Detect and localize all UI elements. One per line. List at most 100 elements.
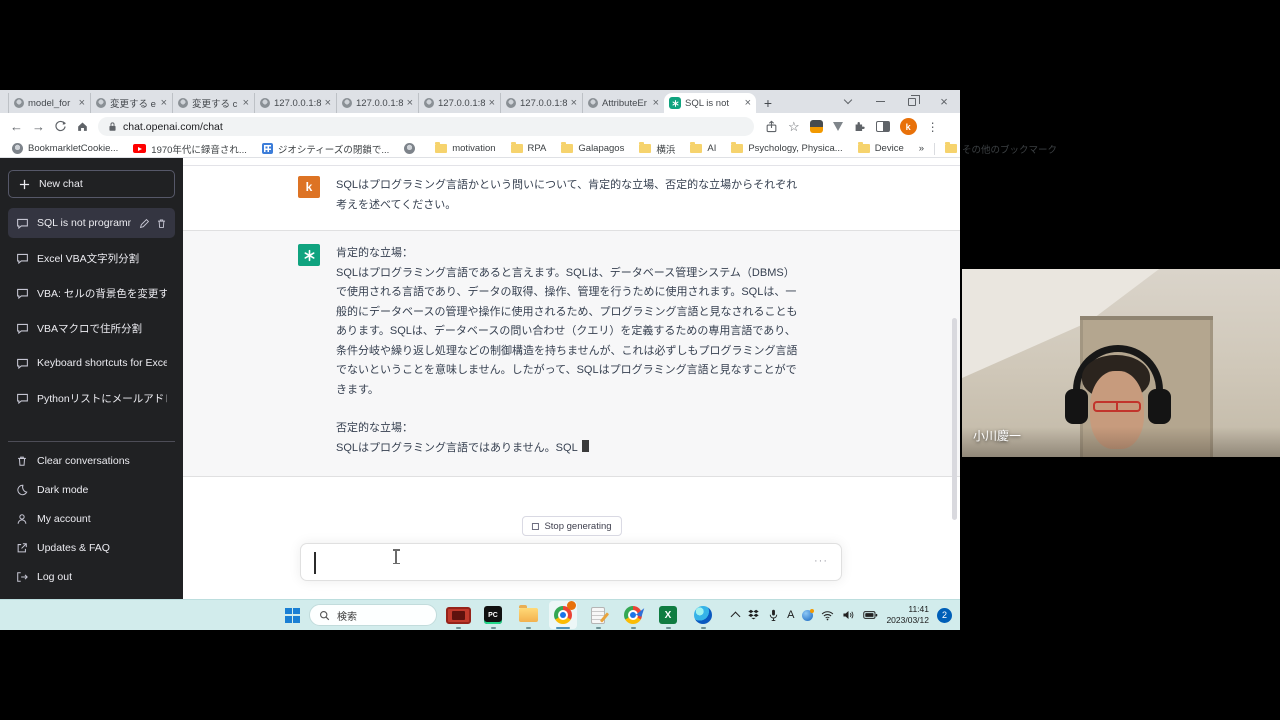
stop-generating-button[interactable]: Stop generating [521, 516, 621, 536]
folder-icon [858, 144, 870, 153]
log-out-button[interactable]: Log out [8, 562, 175, 591]
sidebar-chat-item-active[interactable]: SQL is not programmin [8, 208, 175, 238]
taskbar-search[interactable]: 検索 [309, 604, 437, 626]
browser-tab[interactable]: 変更する c × [172, 93, 254, 113]
tab-label: 127.0.0.1:8 [438, 98, 485, 109]
bookmark-item[interactable] [404, 143, 420, 154]
taskbar-app-video-recorder[interactable] [444, 601, 472, 629]
sidebar-footer: Clear conversations Dark mode My account… [8, 441, 175, 591]
bookmarks-overflow-chevron[interactable]: » [919, 143, 924, 154]
dropbox-icon[interactable] [747, 609, 760, 621]
close-button[interactable]: × [928, 90, 960, 113]
volume-icon[interactable] [842, 609, 855, 621]
bookmark-folder[interactable]: Device [858, 143, 904, 154]
share-icon[interactable] [765, 120, 778, 133]
tab-close-icon[interactable]: × [745, 98, 751, 109]
taskbar-app-excel[interactable]: X [654, 601, 682, 629]
folder-icon [945, 144, 957, 153]
start-button[interactable] [285, 608, 300, 623]
extensions-puzzle-icon[interactable] [853, 120, 866, 133]
sidebar-chat-item[interactable]: Keyboard shortcuts for Excel. [8, 348, 175, 378]
clear-conversations-button[interactable]: Clear conversations [8, 446, 175, 475]
chat-input[interactable]: ··· [300, 543, 842, 581]
browser-tab[interactable]: 127.0.0.1:8 × [254, 93, 336, 113]
bookmark-folder[interactable]: AI [690, 143, 716, 154]
tab-close-icon[interactable]: × [489, 98, 495, 109]
taskbar-clock[interactable]: 11:41 2023/03/12 [886, 604, 929, 626]
footer-label: Clear conversations [37, 455, 130, 467]
bookmark-folder[interactable]: motivation [435, 143, 495, 154]
bookmark-item[interactable]: ジオシティーズの閉鎖で... [262, 142, 389, 156]
browser-tab[interactable]: model_for × [8, 93, 90, 113]
bookmark-label: BookmarkletCookie... [28, 143, 118, 154]
bookmark-folder[interactable]: RPA [511, 143, 547, 154]
profile-avatar[interactable]: k [900, 118, 917, 135]
browser-tab-active[interactable]: SQL is not × [664, 93, 756, 113]
ime-indicator[interactable]: A [787, 609, 794, 621]
tab-close-icon[interactable]: × [161, 98, 167, 109]
wifi-icon[interactable] [821, 610, 834, 621]
my-account-button[interactable]: My account [8, 504, 175, 533]
tab-close-icon[interactable]: × [325, 98, 331, 109]
tab-close-icon[interactable]: × [407, 98, 413, 109]
microphone-icon[interactable] [768, 609, 779, 622]
browser-tab[interactable]: 127.0.0.1:8 × [418, 93, 500, 113]
notepad-icon [591, 607, 605, 624]
tray-date: 2023/03/12 [886, 615, 929, 626]
extension-v-icon[interactable] [833, 122, 843, 131]
folder-icon [639, 144, 651, 153]
bookmark-item[interactable]: 1970年代に録音され... [133, 142, 247, 156]
delete-trash-icon[interactable] [156, 218, 167, 229]
bookmark-folder[interactable]: 横浜 [639, 142, 675, 156]
scrollbar-thumb[interactable] [952, 318, 957, 520]
tab-search-icon[interactable] [832, 90, 864, 113]
sidebar-chat-item[interactable]: Pythonリストにメールアドレスを追 [8, 383, 175, 413]
bookmark-folder[interactable]: Galapagos [561, 143, 624, 154]
bookmark-label: その他のブックマーク [962, 142, 1057, 156]
battery-icon[interactable] [863, 610, 878, 620]
browser-tab[interactable]: 127.0.0.1:8 × [336, 93, 418, 113]
search-placeholder: 検索 [337, 608, 357, 623]
other-bookmarks-folder[interactable]: その他のブックマーク [945, 142, 1057, 156]
taskbar-app-notepad[interactable] [584, 601, 612, 629]
reload-icon[interactable] [54, 120, 67, 133]
tab-close-icon[interactable]: × [571, 98, 577, 109]
browser-tab[interactable]: AttributeEr × [582, 93, 664, 113]
minimize-button[interactable] [864, 90, 896, 113]
home-icon[interactable] [76, 120, 89, 133]
tab-close-icon[interactable]: × [243, 98, 249, 109]
chatgpt-sidebar: New chat SQL is not programmin Excel VBA… [0, 158, 183, 599]
forward-icon[interactable]: → [32, 119, 45, 134]
tab-close-icon[interactable]: × [653, 98, 659, 109]
tab-close-icon[interactable]: × [79, 98, 85, 109]
back-icon[interactable]: ← [10, 119, 23, 134]
new-tab-button[interactable]: + [756, 93, 780, 113]
dark-mode-button[interactable]: Dark mode [8, 475, 175, 504]
side-panel-icon[interactable] [876, 121, 890, 132]
browser-menu-icon[interactable]: ⋮ [927, 120, 939, 134]
bookmark-folder[interactable]: Psychology, Physica... [731, 143, 842, 154]
bookmark-label: Galapagos [578, 143, 624, 154]
sidebar-chat-item[interactable]: VBA: セルの背景色を変更する [8, 278, 175, 308]
taskbar-app-pycharm[interactable]: PC [479, 601, 507, 629]
bookmark-item[interactable]: BookmarkletCookie... [12, 143, 118, 154]
browser-tab[interactable]: 変更する e × [90, 93, 172, 113]
notification-count-badge[interactable]: 2 [937, 608, 952, 623]
taskbar-app-file-explorer[interactable] [514, 601, 542, 629]
sidebar-chat-item[interactable]: VBAマクロで住所分割 [8, 313, 175, 343]
captured-screen: model_for × 変更する e × 変更する c × 127.0.0.1:… [0, 90, 960, 630]
new-chat-button[interactable]: New chat [8, 170, 175, 198]
taskbar-app-chrome-shortcut[interactable] [619, 601, 647, 629]
chrome-tray-icon[interactable] [802, 610, 813, 621]
updates-faq-button[interactable]: Updates & FAQ [8, 533, 175, 562]
restore-button[interactable] [896, 90, 928, 113]
tray-overflow-chevron-icon[interactable] [731, 612, 741, 622]
bookmark-star-icon[interactable]: ☆ [788, 119, 800, 135]
edit-pencil-icon[interactable] [139, 218, 150, 229]
taskbar-app-chrome-active[interactable] [549, 601, 577, 629]
browser-tab[interactable]: 127.0.0.1:8 × [500, 93, 582, 113]
url-field[interactable]: chat.openai.com/chat [98, 117, 754, 136]
taskbar-app-edge[interactable] [689, 601, 717, 629]
extension-icon[interactable] [810, 120, 823, 133]
sidebar-chat-item[interactable]: Excel VBA文字列分割 [8, 243, 175, 273]
